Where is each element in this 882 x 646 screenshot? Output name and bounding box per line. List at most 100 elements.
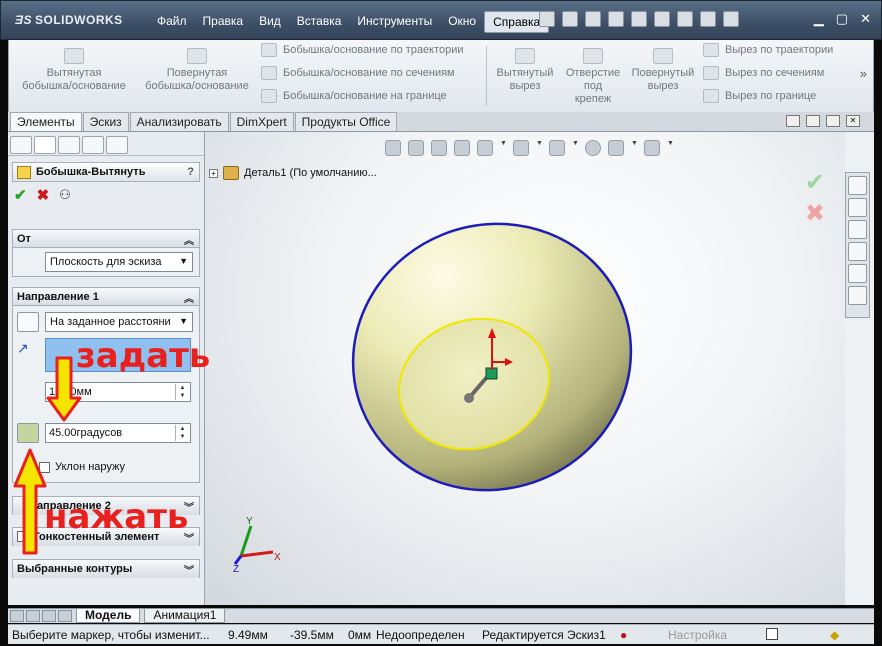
command-manager-ribbon: Вытянутая бобышка/основание Повернутая б… <box>8 40 874 112</box>
configuration-manager-tab-icon[interactable] <box>58 136 80 154</box>
from-group-header[interactable]: От ︽ <box>13 230 199 248</box>
from-select[interactable]: Плоскость для эскиза ▼ <box>45 252 193 272</box>
next-tab-icon[interactable] <box>42 610 56 622</box>
boundary-boss-button[interactable]: Бобышка/основание на границе <box>261 89 447 103</box>
status-x: 9.49мм <box>228 628 268 642</box>
menu-window[interactable]: Окно <box>440 11 484 33</box>
draft-angle-input[interactable]: 45.00градусов ▲ ▼ <box>45 423 191 443</box>
first-tab-icon[interactable] <box>10 610 24 622</box>
prev-tab-icon[interactable] <box>26 610 40 622</box>
property-manager-tab-icon[interactable] <box>34 136 56 154</box>
reverse-direction-icon[interactable] <box>17 312 39 332</box>
draft-angle-spinner[interactable]: ▲ ▼ <box>175 425 189 441</box>
tab-features[interactable]: Элементы <box>10 112 82 131</box>
file-explorer-icon[interactable] <box>848 220 867 239</box>
depth-input[interactable]: 10.00мм ▲ ▼ <box>45 382 191 402</box>
ribbon-more-button[interactable]: » <box>860 66 867 81</box>
ribbon-separator <box>486 46 487 106</box>
hole-wizard-icon <box>583 48 603 64</box>
feature-manager-tab-icon[interactable] <box>10 136 32 154</box>
undo-icon[interactable] <box>654 11 670 27</box>
print-icon[interactable] <box>631 11 647 27</box>
status-editing: Редактируется Эскиз1 <box>482 628 606 642</box>
save-icon[interactable] <box>608 11 624 27</box>
collapse-chevron-icon: ︽ <box>184 294 194 305</box>
tab-animation1[interactable]: Анимация1 <box>144 609 226 623</box>
extruded-boss-label: Вытянутая бобышка/основание <box>22 67 126 92</box>
revolved-cut-button[interactable]: Повернутый вырез <box>627 48 699 93</box>
select-icon[interactable] <box>677 11 693 27</box>
tab-office-products[interactable]: Продукты Office <box>294 112 398 131</box>
depth-spinner[interactable]: ▲ ▼ <box>175 384 189 400</box>
selected-contours-header[interactable]: Выбранные контуры ︾ <box>13 560 199 578</box>
dimxpert-manager-tab-icon[interactable] <box>82 136 104 154</box>
graphics-area[interactable]: ▼ ▼ ▼ ▼ ▼ + Деталь1 (По умолчанию... ✔ ✖ <box>205 132 845 605</box>
window-controls: ▁ ▢ ✕ <box>814 11 871 27</box>
menu-view[interactable]: Вид <box>251 11 289 33</box>
thin-feature-checkbox[interactable] <box>17 531 28 542</box>
ok-button[interactable]: ✔ <box>14 186 27 204</box>
new-document-icon[interactable] <box>562 11 578 27</box>
close-doc-icon[interactable]: ✕ <box>846 115 860 127</box>
axis-label-x: X <box>274 552 281 563</box>
appearances-icon[interactable] <box>848 264 867 283</box>
detailed-preview-icon[interactable]: ⚇ <box>59 187 71 203</box>
swept-cut-button[interactable]: Вырез по траектории <box>703 43 833 57</box>
menu-insert[interactable]: Вставка <box>289 11 350 33</box>
view-palette-icon[interactable] <box>848 242 867 261</box>
end-condition-select[interactable]: На заданное расстояни ▼ <box>45 312 193 332</box>
display-manager-tab-icon[interactable] <box>106 136 128 154</box>
from-select-value: Плоскость для эскиза <box>50 256 162 268</box>
extruded-cut-icon <box>515 48 535 64</box>
tab-dimxpert[interactable]: DimXpert <box>229 112 294 131</box>
boundary-cut-button[interactable]: Вырез по границе <box>703 89 816 103</box>
status-custom[interactable]: Настройка <box>668 628 727 642</box>
direction1-header[interactable]: Направление 1 ︽ <box>13 288 199 306</box>
swept-cut-icon <box>703 43 719 57</box>
maximize-doc-icon[interactable] <box>826 115 840 127</box>
extruded-cut-button[interactable]: Вытянутый вырез <box>491 48 559 93</box>
restore-icon-2[interactable] <box>806 115 820 127</box>
close-icon[interactable]: ✕ <box>860 11 871 27</box>
custom-properties-icon[interactable] <box>848 286 867 305</box>
extruded-cut-label: Вытянутый вырез <box>496 67 554 92</box>
tab-evaluate[interactable]: Анализировать <box>129 112 229 131</box>
hole-wizard-button[interactable]: Отверстие под крепеж <box>559 48 627 106</box>
lofted-boss-button[interactable]: Бобышка/основание по сечениям <box>261 66 455 80</box>
revolved-boss-button[interactable]: Повернутая бобышка/основание <box>137 48 257 93</box>
restore-icon[interactable] <box>786 115 800 127</box>
title-bar: ƎS SOLIDWORKS Файл Правка Вид Вставка Инс… <box>0 0 882 40</box>
maximize-icon[interactable]: ▢ <box>836 11 848 27</box>
menu-edit[interactable]: Правка <box>195 11 252 33</box>
minimize-icon[interactable]: ▁ <box>814 11 824 27</box>
swept-boss-label: Бобышка/основание по траектории <box>283 44 464 56</box>
design-library-icon[interactable] <box>848 198 867 217</box>
swept-boss-icon <box>261 43 277 57</box>
tab-model[interactable]: Модель <box>76 609 141 623</box>
cancel-button[interactable]: ✖ <box>37 186 50 204</box>
last-tab-icon[interactable] <box>58 610 72 622</box>
units-icon[interactable] <box>766 628 778 640</box>
bottom-tabs-bar: Модель Анимация1 <box>8 608 874 623</box>
menu-file[interactable]: Файл <box>149 11 195 33</box>
pushpin-icon[interactable] <box>539 11 555 27</box>
tab-sketch[interactable]: Эскиз <box>82 112 129 131</box>
home-icon[interactable] <box>848 176 867 195</box>
menu-tools[interactable]: Инструменты <box>349 11 440 33</box>
tag-icon[interactable]: ◆ <box>830 628 839 642</box>
options-icon[interactable] <box>723 11 739 27</box>
boundary-boss-label: Бобышка/основание на границе <box>283 90 447 102</box>
help-button[interactable]: ? <box>187 166 194 178</box>
open-folder-icon[interactable] <box>585 11 601 27</box>
draft-outward-checkbox[interactable] <box>39 462 50 473</box>
swept-boss-button[interactable]: Бобышка/основание по траектории <box>261 43 464 57</box>
draft-on-off-button[interactable] <box>17 423 39 443</box>
revolved-boss-label: Повернутая бобышка/основание <box>145 67 249 92</box>
selected-contours-group: Выбранные контуры ︾ <box>12 559 200 578</box>
lofted-cut-button[interactable]: Вырез по сечениям <box>703 66 824 80</box>
rebuild-icon[interactable] <box>700 11 716 27</box>
status-bar: Выберите маркер, чтобы изменит... 9.49мм… <box>8 624 874 644</box>
extruded-boss-button[interactable]: Вытянутая бобышка/основание <box>19 48 129 93</box>
rebuild-light-icon[interactable]: ● <box>620 628 627 642</box>
collapse-chevron-icon: ︽ <box>184 236 194 247</box>
